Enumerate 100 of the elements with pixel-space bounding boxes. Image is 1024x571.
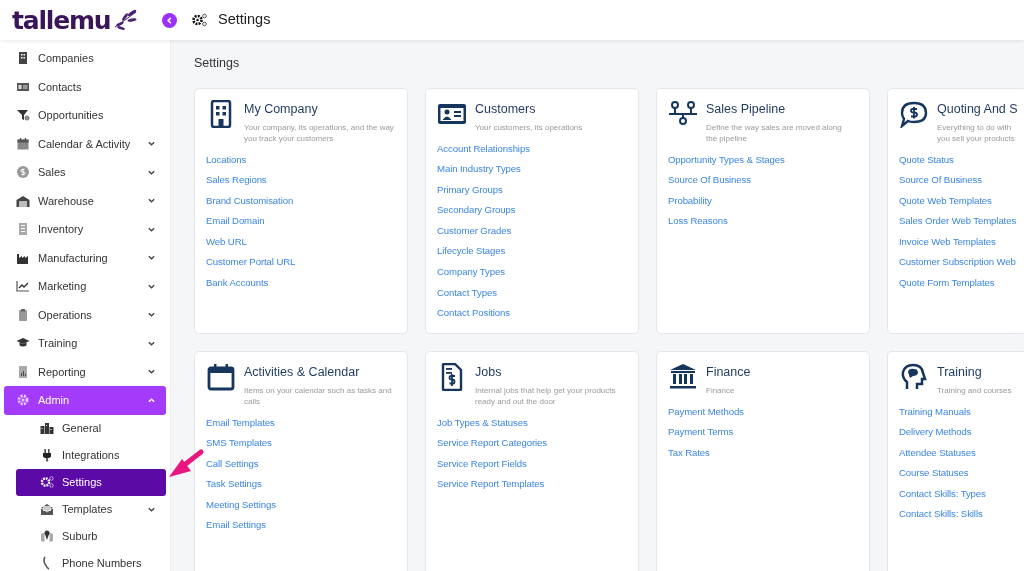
settings-link[interactable]: Source Of Business <box>668 170 751 191</box>
sidebar-item[interactable]: Reporting <box>4 357 166 386</box>
bank-icon <box>668 362 698 391</box>
sidebar-item[interactable]: General <box>16 414 166 442</box>
settings-link[interactable]: Training Manuals <box>899 401 971 423</box>
sidebar-item[interactable]: Opportunities <box>4 101 166 130</box>
settings-link[interactable]: Contact Skills: Skills <box>899 504 983 526</box>
sidebar-item[interactable]: Integrations <box>16 441 166 469</box>
settings-link[interactable]: SMS Templates <box>206 433 272 454</box>
page-title: Settings <box>194 55 241 72</box>
settings-link[interactable]: Contact Positions <box>437 303 510 324</box>
card-description: Training and courses <box>937 384 1012 396</box>
pipeline-icon <box>668 99 698 128</box>
settings-link[interactable]: Contact Skills: Types <box>899 483 986 505</box>
sidebar-item[interactable]: Phone Numbers <box>16 549 166 571</box>
chevron-icon <box>147 139 156 149</box>
sidebar-item[interactable]: Calendar & Activity <box>4 129 166 158</box>
sidebar-item[interactable]: Sales <box>4 158 166 187</box>
gears-icon <box>191 13 208 27</box>
card-description: Internal jobs that help get your products ready and out the door <box>475 384 616 407</box>
settings-link[interactable]: Lifecycle Stages <box>437 241 506 263</box>
settings-link[interactable]: Sales Regions <box>206 170 267 191</box>
sidebar-item[interactable]: Training <box>4 329 166 358</box>
chevron-left-icon <box>166 16 173 24</box>
settings-link[interactable]: Secondary Groups <box>437 200 516 221</box>
leaf-icon <box>112 9 139 31</box>
card-description: Your company, its operations, and the way you track your customers <box>244 121 394 144</box>
warehouse-icon <box>16 193 30 208</box>
gear-icon <box>16 393 30 408</box>
settings-link[interactable]: Meeting Settings <box>206 494 276 516</box>
settings-link[interactable]: Job Types & Statuses <box>437 412 528 434</box>
plug-icon <box>40 448 54 462</box>
card-description: Everything to do with you sell your products <box>937 121 1016 144</box>
calendar-icon <box>16 136 30 151</box>
chevron-icon <box>147 367 156 377</box>
settings-link[interactable]: Payment Methods <box>668 401 744 423</box>
settings-link[interactable]: Service Report Templates <box>437 474 545 495</box>
settings-link[interactable]: Opportunity Types & Stages <box>668 149 785 171</box>
settings-link[interactable]: Company Types <box>437 262 505 283</box>
settings-link[interactable]: Customer Grades <box>437 220 512 242</box>
sidebar-item[interactable]: Inventory <box>4 215 166 244</box>
card-title: Finance <box>706 363 751 381</box>
settings-link[interactable]: Invoice Web Templates <box>899 231 996 253</box>
envelope-icon <box>40 502 54 516</box>
sidebar-item[interactable]: Settings <box>16 468 166 496</box>
chevron-icon <box>147 310 156 320</box>
sidebar-item[interactable]: Manufacturing <box>4 243 166 272</box>
sidebar-item[interactable]: Suburb <box>16 522 166 550</box>
settings-link[interactable]: Task Settings <box>206 474 262 495</box>
settings-link[interactable]: Quote Form Templates <box>899 273 995 294</box>
sidebar-item[interactable]: Contacts <box>4 72 166 101</box>
sidebar-item[interactable]: Admin <box>4 386 166 415</box>
settings-link[interactable]: Email Domain <box>206 211 265 232</box>
settings-link[interactable]: Payment Terms <box>668 422 734 443</box>
settings-link[interactable]: Customer Subscription Web <box>899 252 1016 274</box>
settings-link[interactable]: Service Report Fields <box>437 453 527 475</box>
settings-link[interactable]: Delivery Methods <box>899 422 972 443</box>
sidebar-item[interactable]: Operations <box>4 300 166 329</box>
gears-icon <box>40 475 54 489</box>
chart-icon <box>16 279 30 294</box>
sidebar-item[interactable]: Marketing <box>4 272 166 301</box>
page-header-title: Settings <box>218 10 271 30</box>
head-icon <box>899 362 929 391</box>
settings-link[interactable]: Attendee Statuses <box>899 442 976 464</box>
settings-link[interactable]: Source Of Business <box>899 170 982 191</box>
settings-link[interactable]: Email Templates <box>206 412 275 434</box>
settings-link[interactable]: Main Industry Types <box>437 159 521 180</box>
chevron-icon <box>147 395 156 405</box>
settings-link[interactable]: Service Report Categories <box>437 433 547 454</box>
settings-link[interactable]: Tax Rates <box>668 442 710 464</box>
calendar-icon <box>206 362 236 391</box>
settings-link[interactable]: Contact Types <box>437 282 497 304</box>
card-description: Finance <box>706 384 736 396</box>
sidebar-item[interactable]: Templates <box>16 495 166 523</box>
settings-link[interactable]: Quote Web Templates <box>899 190 992 212</box>
collapse-button[interactable] <box>162 12 177 28</box>
settings-link[interactable]: Web URL <box>206 231 247 253</box>
settings-link[interactable]: Brand Customisation <box>206 190 294 212</box>
clipboard-icon <box>16 307 30 322</box>
card-title: Customers <box>475 100 537 118</box>
card-title: Activities & Calendar <box>244 363 361 381</box>
settings-link[interactable]: Locations <box>206 149 247 171</box>
sidebar-item[interactable]: Companies <box>4 44 166 73</box>
settings-link[interactable]: Call Settings <box>206 453 259 475</box>
settings-link[interactable]: Course Statuses <box>899 463 969 484</box>
settings-link[interactable]: Primary Groups <box>437 179 503 201</box>
settings-link[interactable]: Customer Portal URL <box>206 252 296 274</box>
settings-link[interactable]: Bank Accounts <box>206 273 269 294</box>
settings-link[interactable]: Sales Order Web Templates <box>899 211 1017 232</box>
settings-link[interactable]: Email Settings <box>206 515 266 537</box>
report-icon <box>16 364 30 379</box>
buildings-icon <box>40 421 54 435</box>
settings-link[interactable]: Loss Reasons <box>668 211 728 232</box>
card-title: Training <box>937 363 983 381</box>
settings-link[interactable]: Account Relationships <box>437 138 530 160</box>
card-description: Items on your calendar such as tasks and calls <box>244 384 392 407</box>
settings-link[interactable]: Quote Status <box>899 149 954 171</box>
dollar-chat-icon <box>899 99 929 128</box>
settings-link[interactable]: Probability <box>668 190 712 212</box>
sidebar-item[interactable]: Warehouse <box>4 186 166 215</box>
